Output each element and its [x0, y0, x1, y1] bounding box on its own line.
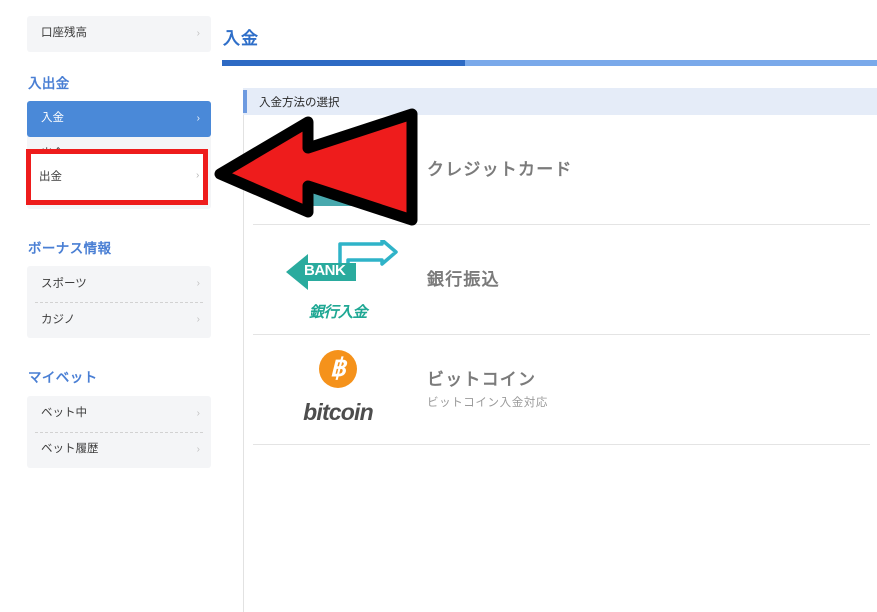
- sidebar-card-mybet: ベット中 › ベット履歴 ›: [27, 395, 211, 468]
- chevron-right-icon: ›: [196, 407, 200, 419]
- chevron-right-icon: ›: [196, 185, 200, 197]
- method-title: 銀行振込: [427, 269, 500, 289]
- deposit-method-text: ビットコイン ビットコイン入金対応: [423, 369, 870, 409]
- bitcoin-wordmark: bitcoin: [303, 398, 374, 425]
- sidebar-item-label: 口座残高: [41, 27, 87, 40]
- sidebar-card-balance: 口座残高 ›: [27, 16, 211, 52]
- main-content: 入金 入金方法の選択 カード クレジットカード BANK 銀行入金 銀行振込 ฿…: [211, 0, 877, 612]
- sidebar-heading-bonus: ボーナス情報: [28, 241, 112, 257]
- method-subtitle: ビットコイン入金対応: [427, 396, 548, 409]
- bank-transfer-icon: BANK 銀行入金: [253, 230, 423, 330]
- sidebar-item-label: ベット履歴: [41, 442, 99, 455]
- panel-header: 入金方法の選択: [243, 88, 877, 115]
- chevron-right-icon: ›: [196, 28, 200, 39]
- step-progress-fill: [222, 60, 465, 66]
- bitcoin-symbol: ฿: [319, 349, 357, 388]
- deposit-method-credit-card[interactable]: カード クレジットカード: [253, 115, 870, 225]
- sidebar-group-bonus: ボーナス情報 スポーツ › カジノ ›: [0, 241, 211, 339]
- step-progress-bar: [222, 60, 877, 66]
- panel-header-label: 入金方法の選択: [259, 96, 340, 109]
- page-title: 入金: [223, 29, 259, 48]
- deposit-method-text: クレジットカード: [423, 159, 870, 180]
- bank-icon-caption: 銀行入金: [308, 303, 368, 321]
- sidebar-card-bonus: スポーツ › カジノ ›: [27, 266, 211, 339]
- deposit-method-panel: 入金方法の選択 カード クレジットカード BANK 銀行入金 銀行振込 ฿ bi…: [243, 88, 877, 612]
- sidebar-item-account-balance[interactable]: 口座残高 ›: [27, 16, 211, 52]
- deposit-method-text: 銀行振込: [423, 269, 870, 290]
- sidebar-item-label: ベット中: [41, 406, 87, 419]
- method-title: クレジットカード: [427, 159, 573, 179]
- chevron-right-icon: ›: [196, 113, 200, 125]
- method-title: ビットコイン: [427, 370, 537, 390]
- highlighted-item-label: 出金: [39, 171, 62, 183]
- sidebar-heading-mybet: マイベット: [28, 370, 98, 386]
- credit-card-icon-text: カード: [337, 146, 368, 158]
- sidebar-item-sports[interactable]: スポーツ ›: [27, 266, 211, 302]
- bitcoin-icon: ฿ bitcoin: [253, 340, 423, 440]
- sidebar-group-transactions: 入出金 入金 › 出金 › 取引履歴 ›: [0, 76, 211, 210]
- sidebar-item-label: 取引履歴: [41, 184, 87, 197]
- chevron-right-icon: ›: [196, 149, 200, 161]
- sidebar-item-deposit[interactable]: 入金 ›: [27, 101, 211, 138]
- sidebar-item-bet-history[interactable]: ベット履歴 ›: [27, 431, 211, 468]
- sidebar-item-active-bets[interactable]: ベット中 ›: [27, 396, 211, 432]
- sidebar-item-casino[interactable]: カジノ ›: [27, 302, 211, 338]
- sidebar-card-transactions: 入金 › 出金 › 取引履歴 ›: [27, 101, 211, 210]
- chevron-right-icon: ›: [196, 443, 200, 455]
- app-root: 口座残高 › 入出金 入金 › 出金 › 取引履歴 › ボーナス情報 スポーツ …: [0, 0, 877, 612]
- sidebar-group-balance: 口座残高 ›: [0, 16, 211, 52]
- credit-card-icon: カード: [253, 120, 423, 220]
- sidebar-group-mybet: マイベット ベット中 › ベット履歴 ›: [0, 370, 211, 468]
- sidebar-item-label: 出金: [41, 148, 64, 161]
- deposit-method-bank-transfer[interactable]: BANK 銀行入金 銀行振込: [253, 225, 870, 335]
- chevron-right-icon: ›: [196, 278, 200, 290]
- sidebar-item-label: 入金: [41, 112, 64, 125]
- sidebar: 口座残高 › 入出金 入金 › 出金 › 取引履歴 › ボーナス情報 スポーツ …: [0, 0, 211, 552]
- chevron-right-icon: ›: [196, 314, 200, 326]
- deposit-method-bitcoin[interactable]: ฿ bitcoin ビットコイン ビットコイン入金対応: [253, 335, 870, 445]
- sidebar-item-label: カジノ: [41, 313, 76, 326]
- sidebar-item-label: スポーツ: [41, 277, 87, 290]
- deposit-method-list: カード クレジットカード BANK 銀行入金 銀行振込 ฿ bitcoin ビッ…: [244, 115, 877, 445]
- chevron-right-icon: ›: [196, 170, 200, 181]
- bank-icon-text: BANK: [304, 261, 346, 279]
- sidebar-heading-transactions: 入出金: [28, 76, 70, 91]
